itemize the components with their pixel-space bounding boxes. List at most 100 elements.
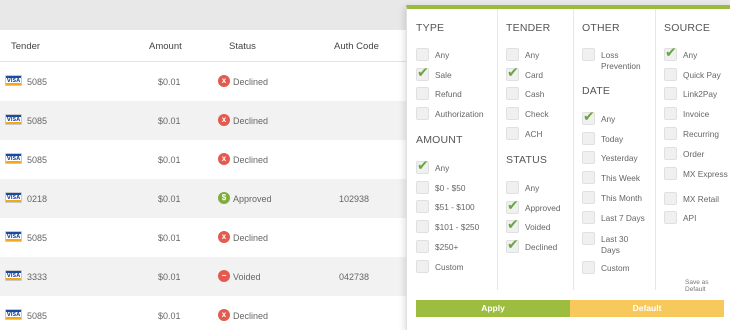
checkbox[interactable] bbox=[506, 48, 519, 61]
filter-column-tender-status: TENDER Any ✔ Card Cash Check ACH STATUS Any ✔ A… bbox=[497, 9, 573, 290]
date-section-title: DATE bbox=[582, 85, 611, 97]
filter-column-other-date: OTHER Loss Prevention DATE ✔ Any Today Yest… bbox=[573, 9, 655, 290]
checkbox[interactable] bbox=[582, 48, 595, 61]
amount-value: $0.01 bbox=[158, 194, 181, 204]
amount-value: $0.01 bbox=[158, 233, 181, 243]
checkbox[interactable] bbox=[416, 239, 429, 253]
option-label: Check bbox=[525, 109, 549, 120]
checkbox[interactable] bbox=[506, 107, 519, 121]
checkbox[interactable] bbox=[416, 107, 429, 121]
option-label: Order bbox=[683, 148, 705, 159]
checkbox[interactable] bbox=[582, 190, 595, 204]
option-label: Refund bbox=[435, 89, 462, 100]
checkbox[interactable] bbox=[664, 191, 677, 205]
card-last-four: 5085 bbox=[27, 311, 48, 321]
checkbox[interactable] bbox=[416, 259, 429, 273]
amount-value: $0.01 bbox=[158, 77, 181, 87]
checkbox[interactable] bbox=[582, 232, 595, 245]
checkbox[interactable] bbox=[506, 126, 519, 140]
apply-button[interactable]: Apply bbox=[416, 300, 570, 317]
status-text: Declined bbox=[233, 233, 269, 243]
visa-card-icon: VISA bbox=[5, 114, 22, 125]
checkbox[interactable] bbox=[416, 48, 429, 61]
visa-card-icon: VISA bbox=[5, 192, 22, 203]
checkbox[interactable] bbox=[416, 200, 429, 214]
option-label: Approved bbox=[525, 202, 561, 213]
card-last-four: 5085 bbox=[27, 77, 48, 87]
option-label: Invoice bbox=[683, 109, 710, 120]
header-status[interactable]: Status bbox=[229, 41, 256, 52]
status-text: Declined bbox=[233, 311, 269, 321]
checkbox[interactable] bbox=[506, 87, 519, 101]
checkbox[interactable] bbox=[582, 131, 595, 145]
default-button[interactable]: Default bbox=[570, 300, 724, 317]
option-label: Last 30 Days bbox=[601, 234, 629, 255]
option-label: Voided bbox=[525, 222, 551, 233]
checkbox[interactable] bbox=[664, 126, 677, 140]
option-label: ACH bbox=[525, 128, 543, 139]
checkbox[interactable] bbox=[664, 146, 677, 160]
checkbox[interactable] bbox=[582, 151, 595, 165]
filter-panel: TYPE Any ✔ Sale Refund Authorization AMOUNT … bbox=[406, 5, 730, 330]
option-label: Today bbox=[601, 133, 624, 144]
option-label: This Month bbox=[601, 192, 643, 203]
option-label: Any bbox=[601, 114, 616, 124]
tender-section-title: TENDER bbox=[506, 22, 551, 34]
filter-column-source: SOURCE ✔ Any Quick Pay Link2Pay Invoice Recur… bbox=[655, 9, 730, 290]
checkbox[interactable] bbox=[664, 211, 677, 225]
visa-card-icon: VISA bbox=[5, 231, 22, 242]
option-label: Link2Pay bbox=[683, 89, 718, 100]
option-label: Declined bbox=[525, 242, 558, 253]
checkbox[interactable] bbox=[664, 107, 677, 121]
checkbox[interactable] bbox=[582, 210, 595, 224]
checkbox[interactable] bbox=[416, 180, 429, 194]
auth-code-value: 102938 bbox=[339, 194, 370, 204]
amount-section-title: AMOUNT bbox=[416, 134, 463, 146]
option-label: $0 - $50 bbox=[435, 182, 466, 193]
header-amount[interactable]: Amount bbox=[149, 41, 182, 52]
status-declined-icon: x bbox=[218, 75, 230, 87]
checkmark-icon: ✔ bbox=[665, 44, 677, 60]
status-text: Declined bbox=[233, 77, 269, 87]
visa-card-icon: VISA bbox=[5, 75, 22, 86]
option-label: MX Express bbox=[683, 168, 728, 179]
checkbox[interactable] bbox=[664, 67, 677, 81]
checkmark-icon: ✔ bbox=[507, 216, 519, 233]
status-voided-icon: − bbox=[218, 270, 230, 282]
option-label: Any bbox=[683, 50, 698, 60]
checkbox[interactable] bbox=[506, 181, 519, 194]
option-label: $51 - $100 bbox=[435, 202, 475, 213]
option-label: Yesterday bbox=[601, 153, 638, 164]
status-text: Declined bbox=[233, 116, 269, 126]
visa-card-icon: VISA bbox=[5, 309, 22, 320]
header-auth-code[interactable]: Auth Code bbox=[334, 41, 379, 52]
status-section-title: STATUS bbox=[506, 154, 548, 166]
amount-value: $0.01 bbox=[158, 155, 181, 165]
option-label: Cash bbox=[525, 89, 545, 100]
status-text: Voided bbox=[233, 272, 261, 282]
option-label: Sale bbox=[435, 69, 452, 80]
checkmark-icon: ✔ bbox=[583, 108, 595, 124]
card-last-four: 0218 bbox=[27, 194, 48, 204]
checkbox[interactable] bbox=[664, 166, 677, 180]
checkbox[interactable] bbox=[416, 87, 429, 101]
status-text: Approved bbox=[233, 194, 272, 204]
checkmark-icon: ✔ bbox=[507, 236, 519, 253]
amount-value: $0.01 bbox=[158, 311, 181, 321]
checkbox[interactable] bbox=[582, 261, 595, 274]
checkbox[interactable] bbox=[582, 171, 595, 185]
amount-value: $0.01 bbox=[158, 116, 181, 126]
checkmark-icon: ✔ bbox=[507, 63, 519, 80]
save-as-default-link[interactable]: Save as Default bbox=[685, 279, 730, 293]
option-label: This Week bbox=[601, 173, 641, 184]
status-declined-icon: x bbox=[218, 153, 230, 165]
checkbox[interactable] bbox=[416, 220, 429, 234]
option-label: $101 - $250 bbox=[435, 222, 480, 233]
card-last-four: 5085 bbox=[27, 155, 48, 165]
card-last-four: 3333 bbox=[27, 272, 48, 282]
option-label: MX Retail bbox=[683, 193, 719, 204]
checkmark-icon: ✔ bbox=[417, 63, 429, 80]
status-declined-icon: x bbox=[218, 309, 230, 321]
header-tender[interactable]: Tender bbox=[11, 41, 40, 52]
checkbox[interactable] bbox=[664, 87, 677, 101]
